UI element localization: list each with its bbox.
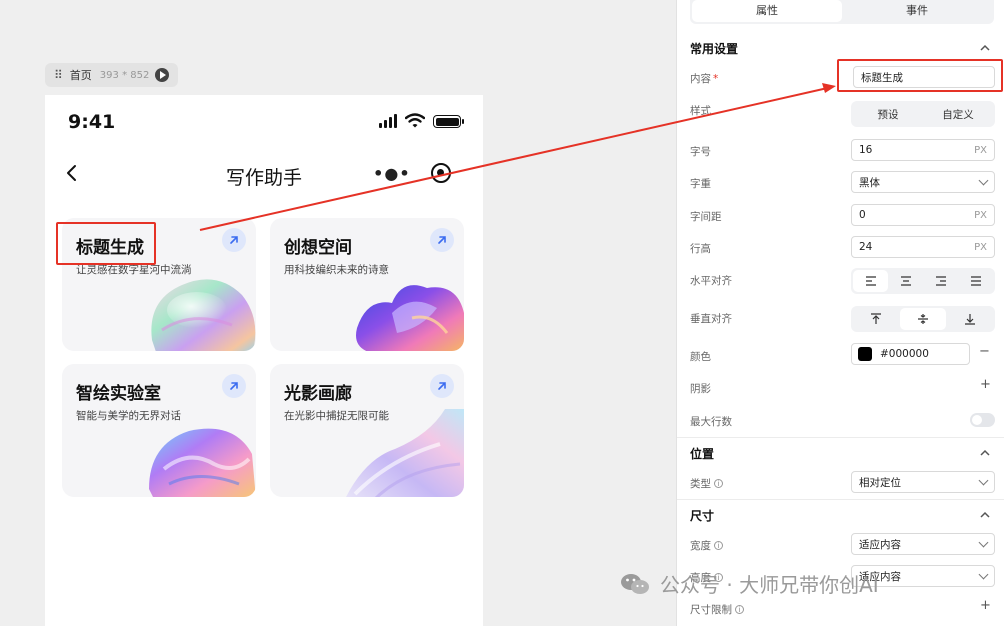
plus-icon[interactable]: +: [980, 377, 991, 392]
h-align-segment: [851, 268, 995, 294]
color-label: 颜色: [690, 351, 711, 363]
position-type-label: 类型 i: [690, 476, 723, 491]
info-icon: i: [735, 605, 744, 614]
align-justify-icon[interactable]: [958, 270, 993, 292]
v-align-label: 垂直对齐: [690, 313, 732, 325]
color-swatch[interactable]: [858, 347, 872, 361]
max-lines-label: 最大行数: [690, 416, 732, 428]
page-chip[interactable]: ⠿ 首页 393 * 852: [45, 63, 178, 87]
section-title-position: 位置: [690, 447, 715, 461]
status-time: 9:41: [68, 111, 116, 133]
content-label: 内容 *: [690, 73, 719, 85]
chevron-down-icon: [978, 569, 989, 579]
section-title-size: 尺寸: [690, 509, 715, 523]
chevron-down-icon: [978, 537, 989, 547]
holographic-silk-image: [346, 409, 464, 497]
font-size-input[interactable]: 16 PX: [851, 139, 995, 161]
size-limit-label: 尺寸限制 i: [690, 602, 744, 617]
holographic-flower-image: [356, 285, 464, 351]
width-select[interactable]: 适应内容: [851, 533, 995, 555]
status-icons: [379, 113, 464, 128]
line-height-label: 行高: [690, 243, 711, 255]
align-bottom-icon[interactable]: [946, 308, 993, 330]
properties-panel: 属性 事件 常用设置 内容 * 标题生成 样式 预设 自定义 字号 16 PX 字重…: [676, 0, 1004, 626]
card-art-lab[interactable]: 智绘实验室 智能与美学的无界对话: [62, 364, 256, 497]
card-title: 智绘实验室: [76, 384, 161, 404]
align-left-icon[interactable]: [853, 270, 888, 292]
shadow-label: 阴影: [690, 383, 711, 395]
mini-program-capsule: •●•: [363, 157, 461, 189]
arrow-up-right-icon[interactable]: [430, 374, 454, 398]
close-target-icon[interactable]: [430, 163, 451, 183]
holographic-blob-image: [151, 279, 256, 351]
card-title-generation[interactable]: 标题生成 让灵感在数字星河中流淌: [62, 218, 256, 351]
style-label: 样式: [690, 105, 711, 117]
chevron-down-icon: [978, 475, 989, 485]
h-align-label: 水平对齐: [690, 275, 732, 287]
position-type-select[interactable]: 相对定位: [851, 471, 995, 493]
letter-spacing-label: 字间距: [690, 211, 722, 223]
style-segment: 预设 自定义: [851, 101, 995, 127]
font-weight-select[interactable]: 黑体: [851, 171, 995, 193]
panel-tabs: 属性 事件: [690, 0, 994, 24]
height-label: 高度 i: [690, 570, 723, 585]
wechat-icon: [621, 573, 649, 594]
section-title-common: 常用设置: [690, 42, 739, 56]
height-select[interactable]: 适应内容: [851, 565, 995, 587]
card-title: 标题生成: [76, 238, 144, 258]
width-label: 宽度 i: [690, 538, 723, 553]
more-dots-icon[interactable]: •●•: [373, 164, 410, 183]
font-size-label: 字号: [690, 146, 711, 158]
divider: [677, 437, 1004, 438]
content-input[interactable]: 标题生成: [853, 66, 995, 88]
chevron-up-icon[interactable]: [980, 43, 990, 53]
battery-icon: [433, 115, 464, 128]
chevron-up-icon[interactable]: [980, 510, 990, 520]
card-title: 创想空间: [284, 238, 352, 258]
tab-events[interactable]: 事件: [842, 0, 992, 22]
color-input[interactable]: #000000: [851, 343, 970, 365]
letter-spacing-input[interactable]: 0 PX: [851, 204, 995, 226]
card-idea-space[interactable]: 创想空间 用科技编织未来的诗意: [270, 218, 464, 351]
arrow-up-right-icon[interactable]: [222, 374, 246, 398]
chevron-down-icon: [978, 175, 989, 185]
arrow-up-right-icon[interactable]: [430, 228, 454, 252]
drag-handle-icon[interactable]: ⠿: [54, 68, 63, 82]
page-dimensions: 393 * 852: [99, 69, 150, 81]
card-title: 光影画廊: [284, 384, 352, 404]
font-weight-label: 字重: [690, 178, 711, 190]
arrow-up-right-icon[interactable]: [222, 228, 246, 252]
style-custom-option[interactable]: 自定义: [923, 103, 993, 125]
card-light-gallery[interactable]: 光影画廊 在光影中捕捉无限可能: [270, 364, 464, 497]
phone-canvas: 9:41 写作助手 •●• 标题生成 让灵感在数字星河中流淌 创想空间 用科技编…: [45, 95, 483, 626]
page-name: 首页: [69, 69, 92, 82]
align-middle-icon[interactable]: [899, 308, 947, 330]
line-height-input[interactable]: 24 PX: [851, 236, 995, 258]
play-icon[interactable]: [155, 68, 170, 82]
cellular-signal-icon: [379, 114, 397, 128]
style-preset-option[interactable]: 预设: [853, 103, 923, 125]
chevron-up-icon[interactable]: [980, 448, 990, 458]
v-align-segment: [851, 306, 995, 332]
wifi-icon: [405, 113, 425, 128]
back-arrow-icon[interactable]: [63, 163, 81, 183]
holographic-swirl-image: [149, 428, 256, 497]
tab-properties[interactable]: 属性: [692, 0, 842, 22]
divider: [677, 499, 1004, 500]
max-lines-toggle[interactable]: [970, 413, 995, 427]
plus-icon[interactable]: +: [980, 598, 991, 613]
info-icon: i: [714, 573, 723, 582]
align-top-icon[interactable]: [853, 308, 900, 330]
info-icon: i: [714, 541, 723, 550]
minus-icon[interactable]: −: [979, 344, 990, 359]
align-center-icon[interactable]: [888, 270, 923, 292]
align-right-icon[interactable]: [923, 270, 958, 292]
info-icon: i: [714, 479, 723, 488]
